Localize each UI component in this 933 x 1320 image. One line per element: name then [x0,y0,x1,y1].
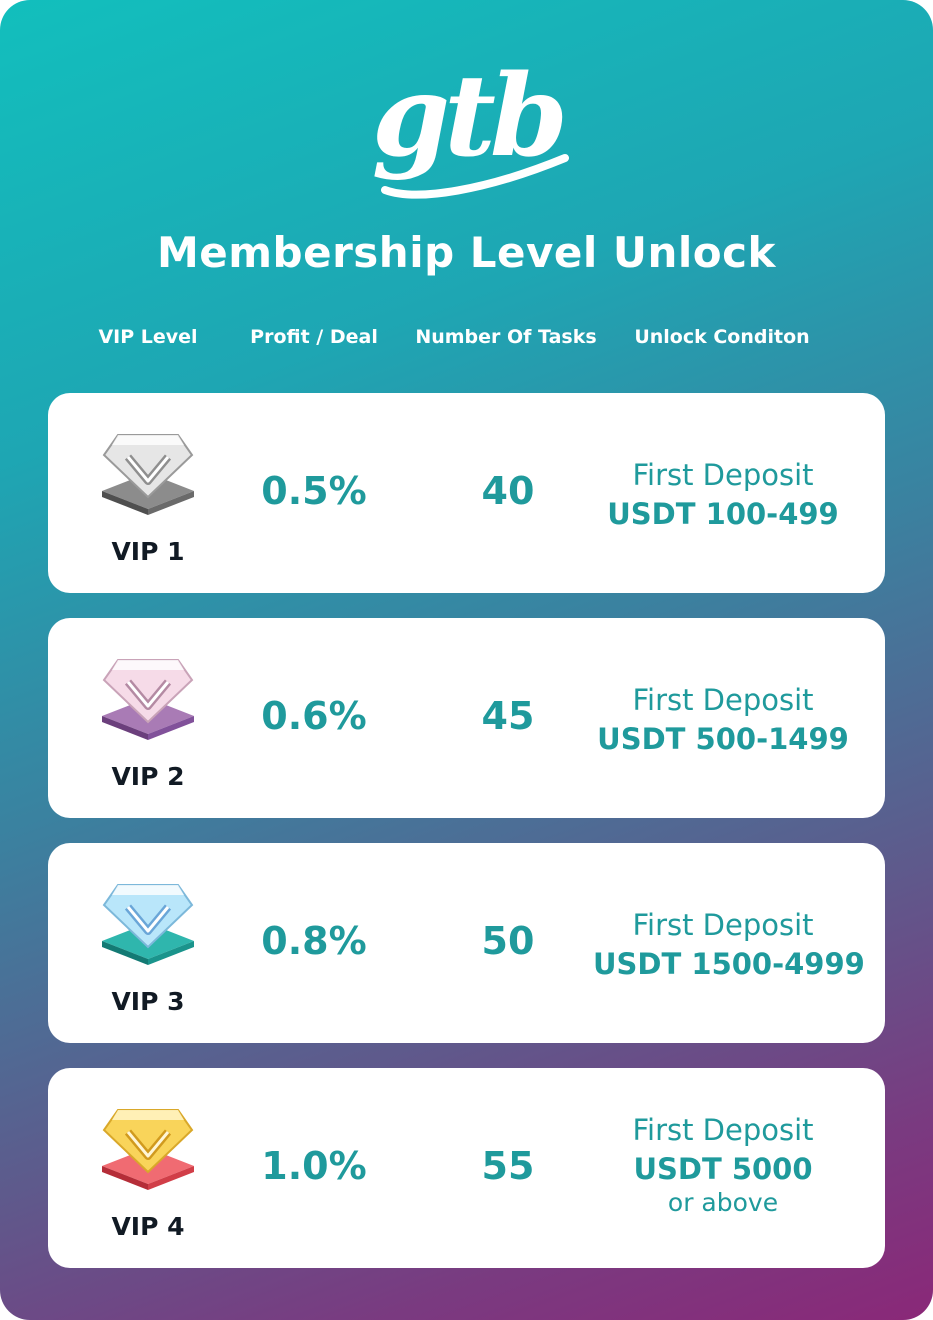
profit-value: 1.0% [261,1144,367,1188]
vip-card-3: VIP 3 0.8% 50 First Deposit USDT 1500-49… [48,843,885,1043]
header-condition: Unlock Conditon [634,326,810,348]
vip-level-name: VIP 3 [111,987,185,1016]
condition-note: or above [667,1188,779,1217]
profit-value: 0.5% [261,469,367,513]
tasks-value: 50 [481,919,535,963]
header-tasks: Number Of Tasks [415,326,597,348]
tasks-value: 40 [481,469,535,513]
unlock-condition: First Deposit USDT 100-499 [593,455,853,533]
gold-diamond-icon [98,1100,198,1192]
condition-label: First Deposit [632,908,814,942]
pink-diamond-icon [98,650,198,742]
silver-diamond-icon [98,425,198,517]
gtb-logo: gtb [0,40,933,210]
condition-label: First Deposit [632,683,814,717]
column-headers: VIP Level Profit / Deal Number Of Tasks … [0,326,933,356]
header-profit: Profit / Deal [250,326,378,348]
vip-level-name: VIP 4 [111,1212,185,1241]
page-title: Membership Level Unlock [156,228,776,277]
unlock-condition: First Deposit USDT 1500-4999 [593,905,865,983]
condition-amount: USDT 100-499 [607,497,839,531]
vip-level-name: VIP 1 [111,537,185,566]
blue-diamond-icon [98,875,198,967]
unlock-condition: First Deposit USDT 500-1499 [593,680,853,758]
condition-amount: USDT 1500-4999 [593,947,865,981]
condition-label: First Deposit [632,1113,814,1147]
vip-card-4: VIP 4 1.0% 55 First Deposit USDT 5000 or… [48,1068,885,1268]
condition-label: First Deposit [632,458,814,492]
tasks-value: 55 [481,1144,535,1188]
logo-text: gtb [371,51,562,182]
vip-card-1: VIP 1 0.5% 40 First Deposit USDT 100-499 [48,393,885,593]
tasks-value: 45 [481,694,535,738]
membership-page: gtb Membership Level Unlock VIP Level Pr… [0,0,933,1320]
header-vip-level: VIP Level [98,326,198,348]
condition-amount: USDT 5000 [633,1152,813,1186]
condition-amount: USDT 500-1499 [597,722,849,756]
vip-card-2: VIP 2 0.6% 45 First Deposit USDT 500-149… [48,618,885,818]
unlock-condition: First Deposit USDT 5000 or above [593,1110,853,1218]
profit-value: 0.8% [261,919,367,963]
vip-level-name: VIP 2 [111,762,185,791]
profit-value: 0.6% [261,694,367,738]
